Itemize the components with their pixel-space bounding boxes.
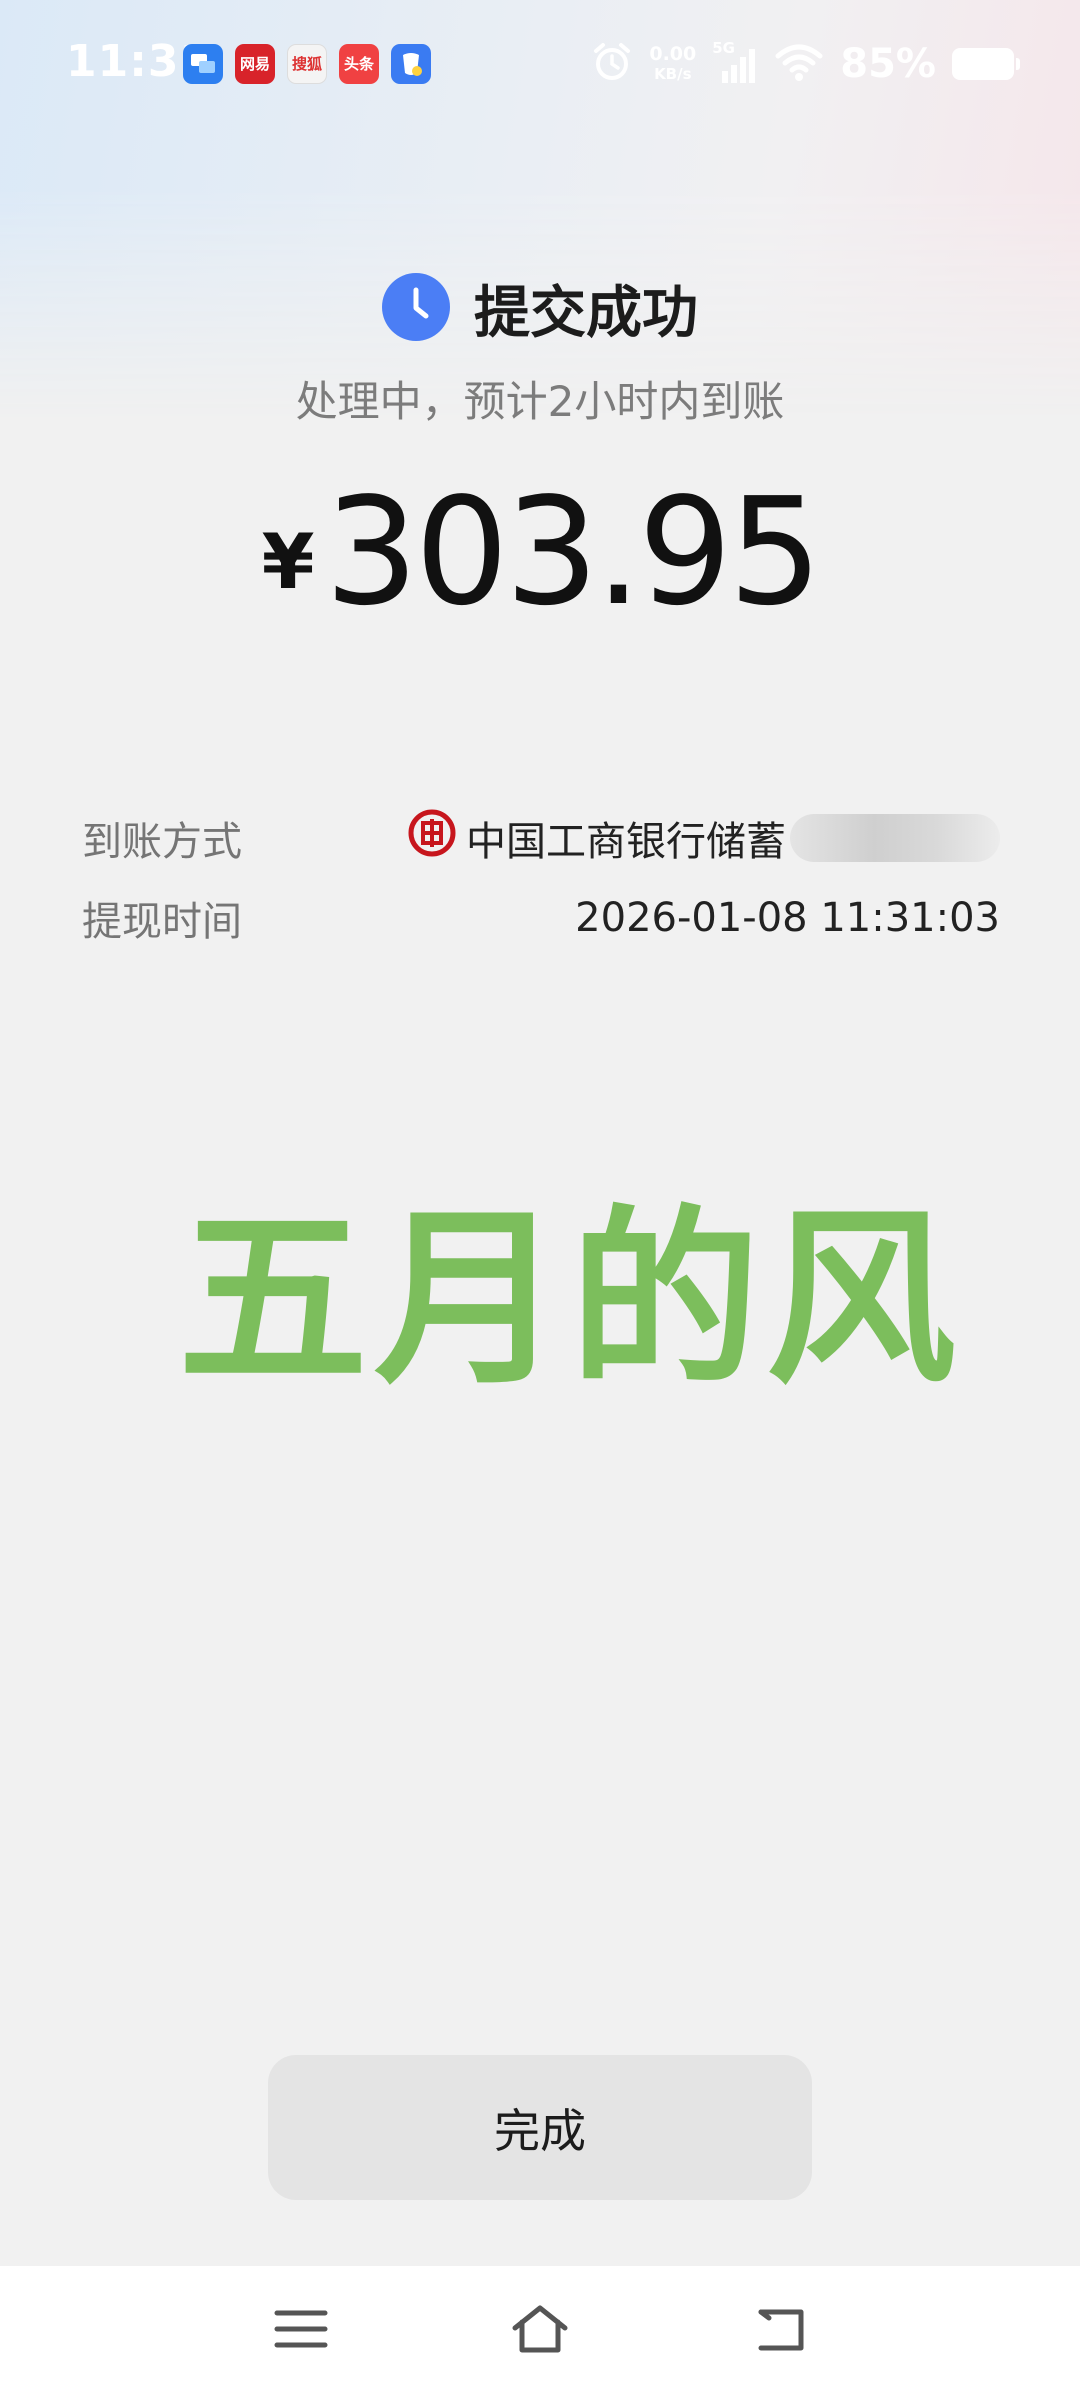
masked-account [790,814,1000,862]
status-indicators: 0.00 KB/s 5G 85% [591,36,1020,92]
amount-value: 303.95 [324,466,823,638]
alarm-icon [591,41,633,87]
battery-percent: 85% [840,41,936,87]
message-app-icon [183,44,223,84]
page-title: 提交成功 [474,281,698,346]
wifi-icon [774,42,824,86]
status-subtitle: 处理中，预计2小时内到账 [295,377,785,426]
battery-icon [952,48,1020,80]
clock-icon [382,272,450,345]
back-icon[interactable] [748,2296,814,2362]
signal-icon: 5G [712,39,758,85]
withdraw-amount: ¥ 303.95 [0,478,1080,626]
method-label: 到账方式 [82,819,242,865]
result-header: 提交成功 [0,268,1080,349]
home-icon[interactable] [507,2296,573,2362]
time-value: 2026-01-08 11:31:03 [575,895,1000,941]
watermark-text: 五月的风 [178,1189,963,1410]
detail-row-time: 提现时间 2026-01-08 11:31:03 [82,888,1000,948]
navigation-bar [0,2266,1080,2392]
menu-icon[interactable] [268,2296,334,2362]
status-bar: 11:31 网易 搜狐 头条 0.00 KB/s 5G 85% [0,0,1080,130]
sohu-news-icon: 搜狐 [287,44,327,84]
icbc-logo-icon [408,809,456,867]
netease-news-icon: 网易 [235,44,275,84]
done-button[interactable]: 完成 [268,2055,812,2200]
network-speed-unit: KB/s [654,65,692,83]
notification-icons: 网易 搜狐 头条 [183,44,431,84]
method-value-wrap: 中国工商银行储蓄 [408,809,1000,867]
baidu-app-icon [391,44,431,84]
network-speed: 0.00 KB/s [649,44,696,84]
time-label: 提现时间 [82,899,242,945]
network-speed-value: 0.00 [649,43,697,65]
currency-symbol: ¥ [261,517,315,606]
method-value: 中国工商银行储蓄 [466,819,786,865]
toutiao-icon: 头条 [339,44,379,84]
detail-row-method: 到账方式 中国工商银行储蓄 [82,808,1000,868]
